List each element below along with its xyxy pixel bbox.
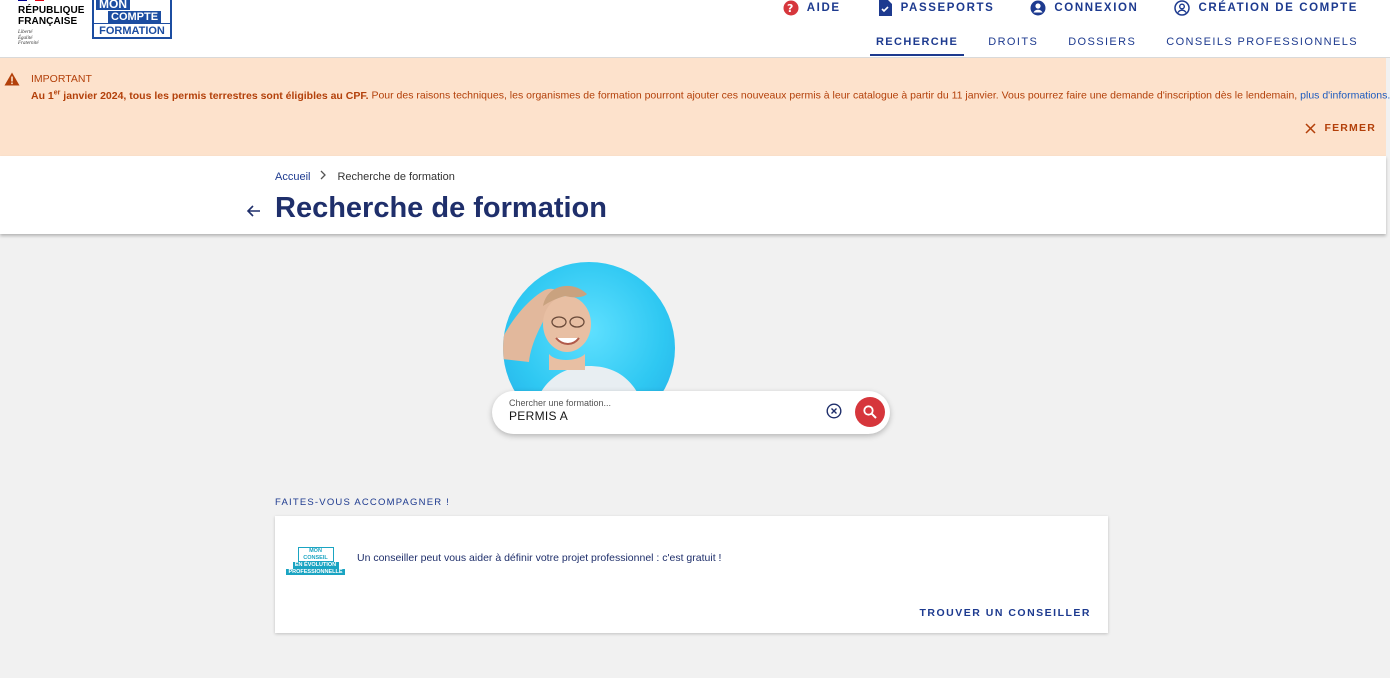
top-links: ? AIDE PASSEPORTS CONNEXION CRÉATION DE …: [747, 0, 1358, 16]
breadcrumb-current: Recherche de formation: [337, 170, 455, 183]
clear-icon[interactable]: [826, 403, 842, 423]
search-input[interactable]: [509, 409, 809, 423]
alert-message: Au 1er janvier 2024, tous les permis ter…: [31, 89, 1390, 102]
page-title: Recherche de formation: [275, 192, 607, 224]
breadcrumb: Accueil Recherche de formation: [275, 170, 455, 183]
alert-title: IMPORTANT: [31, 73, 92, 85]
connexion-link[interactable]: CONNEXION: [1030, 0, 1138, 16]
svg-text:?: ?: [787, 2, 795, 15]
french-flag-icon: [18, 0, 45, 1]
republique-francaise-logo[interactable]: RÉPUBLIQUE FRANÇAISE Liberté Égalité Fra…: [18, 0, 84, 47]
search-placeholder-label: Chercher une formation...: [509, 398, 612, 408]
main-nav: RECHERCHE DROITS DOSSIERS CONSEILS PROFE…: [852, 36, 1364, 56]
aide-link[interactable]: ? AIDE: [783, 0, 841, 16]
accompany-heading: FAITES-VOUS ACCOMPAGNER !: [275, 497, 450, 508]
close-icon: [1305, 122, 1316, 134]
tab-dossiers[interactable]: DOSSIERS: [1062, 36, 1142, 56]
important-alert: IMPORTANT Au 1er janvier 2024, tous les …: [0, 58, 1390, 156]
warning-icon: [4, 71, 20, 90]
passport-document-icon: [877, 0, 893, 16]
tab-droits[interactable]: DROITS: [982, 36, 1044, 56]
accompany-text: Un conseiller peut vous aider à définir …: [357, 552, 722, 564]
search-icon: [863, 405, 877, 419]
site-header: RÉPUBLIQUE FRANÇAISE Liberté Égalité Fra…: [0, 0, 1390, 58]
tab-conseils-professionnels[interactable]: CONSEILS PROFESSIONNELS: [1160, 36, 1364, 56]
breadcrumb-accueil-link[interactable]: Accueil: [275, 171, 310, 183]
account-outline-icon: [1174, 0, 1191, 16]
account-filled-icon: [1030, 0, 1046, 16]
creation-compte-link[interactable]: CRÉATION DE COMPTE: [1174, 0, 1358, 16]
republique-motto: Liberté Égalité Fraternité: [18, 30, 39, 46]
plus-informations-link[interactable]: plus d'informations.: [1300, 90, 1390, 102]
back-arrow-icon[interactable]: [246, 203, 262, 222]
search-bar: Chercher une formation...: [492, 391, 890, 434]
page-header: Accueil Recherche de formation Recherche…: [0, 156, 1386, 234]
trouver-conseiller-button[interactable]: TROUVER UN CONSEILLER: [919, 607, 1091, 619]
mon-compte-formation-logo[interactable]: MON COMPTE FORMATION: [92, 0, 172, 39]
tab-recherche[interactable]: RECHERCHE: [869, 36, 965, 56]
republique-label: RÉPUBLIQUE FRANÇAISE: [18, 5, 85, 27]
chevron-right-icon: [320, 170, 327, 183]
alert-close-button[interactable]: FERMER: [1305, 122, 1376, 134]
accompany-card: MON CONSEIL EN ÉVOLUTION PROFESSIONNELLE…: [275, 516, 1108, 633]
passeports-link[interactable]: PASSEPORTS: [877, 0, 995, 16]
help-circle-icon: ?: [783, 0, 799, 16]
search-button[interactable]: [855, 397, 885, 427]
mon-conseil-evolution-logo: MON CONSEIL EN ÉVOLUTION PROFESSIONNELLE: [286, 547, 345, 575]
